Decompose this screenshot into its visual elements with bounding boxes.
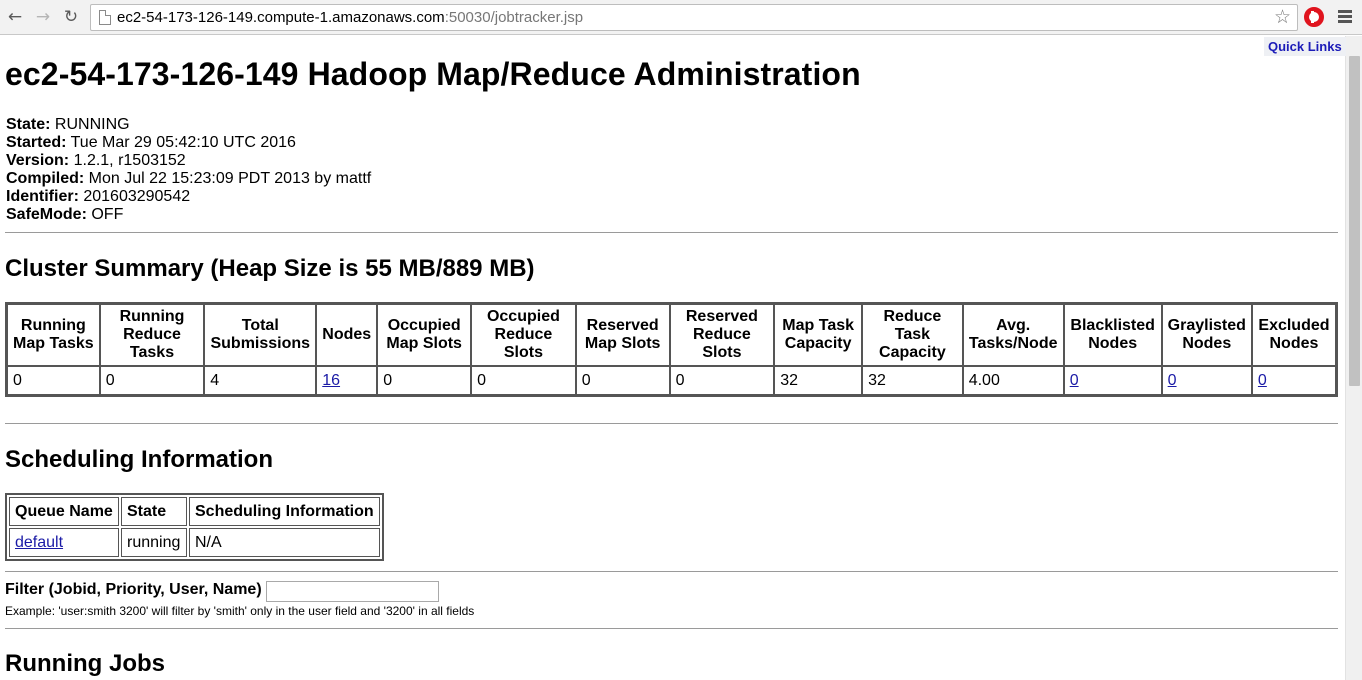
hamburger-menu-icon[interactable] [1338, 10, 1352, 24]
nodes-cell: 16 [316, 366, 378, 395]
filter-input[interactable] [266, 581, 439, 602]
jobtracker-info: State: RUNNING Started: Tue Mar 29 05:42… [6, 116, 371, 224]
column-header: Total Submissions [204, 304, 317, 366]
star-icon[interactable]: ☆ [1274, 6, 1291, 28]
reserved-map-slots-value: 0 [575, 366, 670, 395]
browser-toolbar: ← → ↻ ec2-54-173-126-149.compute-1.amazo… [0, 0, 1362, 35]
cluster-summary-heading: Cluster Summary (Heap Size is 55 MB/889 … [5, 255, 535, 282]
page-icon [99, 10, 111, 25]
queue-name-cell: default [9, 528, 119, 557]
column-header: Occupied Map Slots [377, 304, 472, 366]
column-header: Avg. Tasks/Node [962, 304, 1064, 366]
info-safemode: SafeMode: OFF [6, 206, 124, 223]
filter-label: Filter (Jobid, Priority, User, Name) [5, 581, 262, 598]
column-header: Running Map Tasks [7, 304, 100, 366]
column-header: Map Task Capacity [774, 304, 863, 366]
queue-state-cell: running [121, 528, 187, 557]
filter-section: Filter (Jobid, Priority, User, Name) [5, 581, 439, 602]
avg-tasks-node-value: 4.00 [962, 366, 1064, 395]
page-title: ec2-54-173-126-149 Hadoop Map/Reduce Adm… [5, 56, 861, 92]
url-text[interactable]: ec2-54-173-126-149.compute-1.amazonaws.c… [117, 9, 583, 26]
divider [5, 232, 1338, 233]
column-header: Running Reduce Tasks [99, 304, 205, 366]
column-header: Scheduling Information [189, 497, 380, 526]
info-compiled: Compiled: Mon Jul 22 15:23:09 PDT 2013 b… [6, 170, 372, 187]
running-jobs-heading: Running Jobs [5, 650, 165, 677]
table-row: 0 0 4 16 0 0 0 0 32 32 4.00 0 0 0 [7, 366, 1336, 395]
opera-icon[interactable] [1304, 7, 1324, 27]
column-header: State [121, 497, 187, 526]
total-submissions-value: 4 [204, 366, 317, 395]
divider [5, 628, 1338, 629]
reload-icon: ↻ [63, 7, 79, 27]
queue-link[interactable]: default [15, 534, 63, 551]
info-state: State: RUNNING [6, 116, 130, 133]
column-header: Excluded Nodes [1251, 304, 1336, 366]
quick-links-link[interactable]: Quick Links [1264, 37, 1346, 56]
column-header: Blacklisted Nodes [1063, 304, 1162, 366]
arrow-left-icon: ← [7, 7, 23, 27]
arrow-right-icon: → [35, 7, 51, 27]
queue-scheduling-info-cell: N/A [189, 528, 380, 557]
column-header: Reduce Task Capacity [862, 304, 963, 366]
column-header: Reserved Map Slots [575, 304, 670, 366]
nodes-link[interactable]: 16 [322, 372, 340, 389]
column-header: Reserved Reduce Slots [669, 304, 775, 366]
cluster-summary-table: Running Map Tasks Running Reduce Tasks T… [5, 302, 1338, 397]
info-version: Version: 1.2.1, r1503152 [6, 152, 186, 169]
forward-button[interactable]: → [33, 7, 53, 27]
excluded-nodes-link[interactable]: 0 [1258, 372, 1267, 389]
reserved-reduce-slots-value: 0 [669, 366, 775, 395]
vertical-scrollbar[interactable] [1345, 36, 1362, 680]
blacklisted-nodes-link[interactable]: 0 [1070, 372, 1079, 389]
column-header: Occupied Reduce Slots [471, 304, 576, 366]
blacklisted-nodes-cell: 0 [1063, 366, 1162, 395]
scheduling-heading: Scheduling Information [5, 446, 273, 473]
reload-button[interactable]: ↻ [61, 7, 81, 27]
excluded-nodes-cell: 0 [1251, 366, 1336, 395]
table-header-row: Queue Name State Scheduling Information [9, 497, 380, 526]
back-button[interactable]: ← [5, 7, 25, 27]
scheduling-table: Queue Name State Scheduling Information … [5, 493, 384, 561]
column-header: Queue Name [9, 497, 119, 526]
scrollbar-thumb[interactable] [1349, 56, 1360, 386]
running-map-tasks-value: 0 [7, 366, 100, 395]
occupied-map-slots-value: 0 [377, 366, 472, 395]
divider [5, 571, 1338, 572]
occupied-reduce-slots-value: 0 [471, 366, 576, 395]
reduce-task-capacity-value: 32 [862, 366, 963, 395]
map-task-capacity-value: 32 [774, 366, 863, 395]
graylisted-nodes-cell: 0 [1161, 366, 1252, 395]
divider [5, 423, 1338, 424]
info-identifier: Identifier: 201603290542 [6, 188, 191, 205]
filter-example-text: Example: 'user:smith 3200' will filter b… [5, 604, 475, 618]
address-bar[interactable]: ec2-54-173-126-149.compute-1.amazonaws.c… [90, 4, 1298, 31]
running-reduce-tasks-value: 0 [99, 366, 205, 395]
column-header: Graylisted Nodes [1161, 304, 1252, 366]
column-header: Nodes [316, 304, 378, 366]
graylisted-nodes-link[interactable]: 0 [1168, 372, 1177, 389]
table-header-row: Running Map Tasks Running Reduce Tasks T… [7, 304, 1336, 366]
table-row: default running N/A [9, 528, 380, 557]
info-started: Started: Tue Mar 29 05:42:10 UTC 2016 [6, 134, 296, 151]
